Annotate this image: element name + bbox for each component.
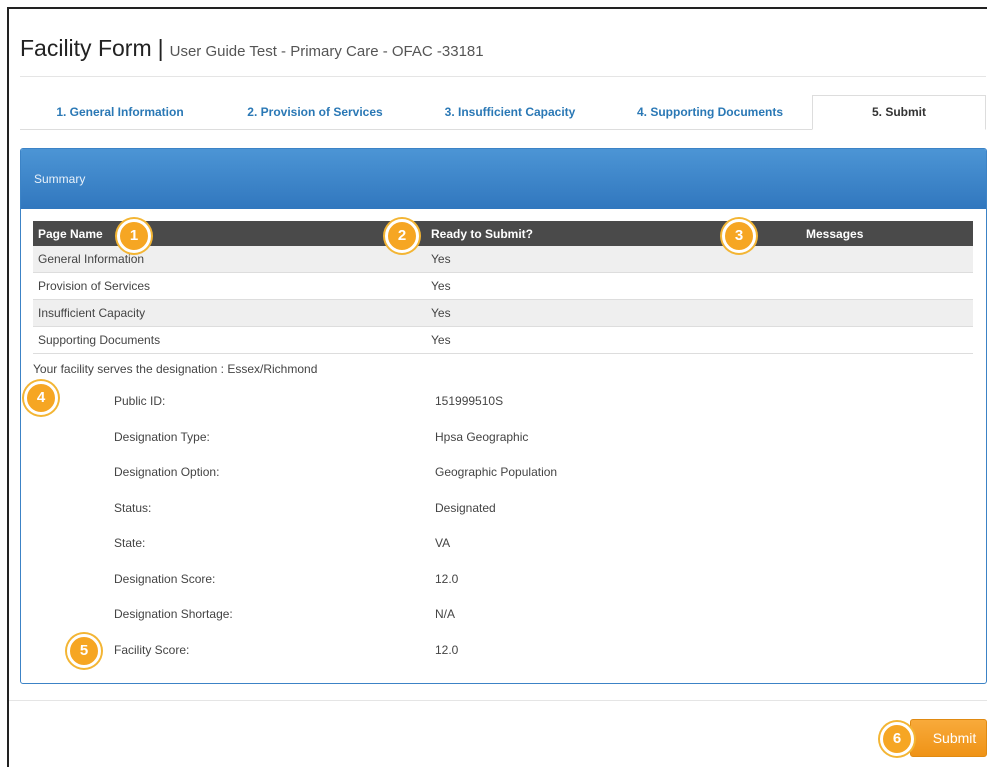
page-title: Facility Form | User Guide Test - Primary … — [20, 35, 484, 62]
callout-marker-1: 1 — [117, 219, 151, 253]
column-header-messages: Messages — [761, 221, 973, 246]
detail-label: Designation Shortage: — [114, 607, 233, 621]
callout-marker-3: 3 — [722, 219, 756, 253]
footer-divider — [9, 700, 987, 701]
summary-table: Page Name Ready to Submit? Messages Gene… — [33, 221, 973, 354]
detail-label: State: — [114, 536, 146, 550]
callout-marker-4: 4 — [24, 381, 58, 415]
submit-button[interactable]: Submit — [910, 719, 987, 757]
designation-note: Your facility serves the designation : E… — [33, 362, 318, 376]
form-title: Facility Form — [20, 35, 152, 61]
row-messages — [761, 299, 973, 327]
tab-supporting-documents[interactable]: 4. Supporting Documents — [610, 95, 810, 129]
callout-marker-2: 2 — [385, 219, 419, 253]
detail-value: Designated — [435, 501, 496, 515]
callout-marker-5: 5 — [67, 634, 101, 668]
callout-marker-6: 6 — [880, 722, 914, 756]
table-row: Insufficient Capacity Yes — [33, 299, 973, 327]
table-row: General Information Yes — [33, 246, 973, 273]
row-messages — [761, 246, 973, 273]
detail-value: 12.0 — [435, 572, 459, 586]
detail-label: Designation Score: — [114, 572, 216, 586]
detail-value: 12.0 — [435, 643, 459, 657]
panel-heading: Summary — [21, 149, 986, 209]
table-row: Supporting Documents Yes — [33, 326, 973, 354]
row-page-name: Provision of Services — [33, 272, 426, 300]
row-ready-value: Yes — [426, 272, 761, 300]
row-page-name: Supporting Documents — [33, 326, 426, 354]
title-divider — [20, 76, 986, 77]
summary-panel: Summary Page Name Ready to Submit? Messa… — [20, 148, 987, 684]
detail-value: Hpsa Geographic — [435, 430, 529, 444]
tab-general-information[interactable]: 1. General Information — [20, 95, 220, 129]
row-page-name: Insufficient Capacity — [33, 299, 426, 327]
column-header-ready: Ready to Submit? — [426, 221, 761, 246]
detail-label: Designation Type: — [114, 430, 210, 444]
tab-provision-of-services[interactable]: 2. Provision of Services — [220, 95, 410, 129]
table-row: Provision of Services Yes — [33, 272, 973, 300]
form-tabs: 1. General Information 2. Provision of S… — [20, 95, 986, 130]
row-ready-value: Yes — [426, 299, 761, 327]
column-header-page-name: Page Name — [33, 221, 426, 246]
row-messages — [761, 272, 973, 300]
title-separator: | — [157, 35, 164, 61]
row-ready-value: Yes — [426, 326, 761, 354]
detail-value: Geographic Population — [435, 465, 558, 479]
row-messages — [761, 326, 973, 354]
facility-subtitle: User Guide Test - Primary Care - OFAC -3… — [169, 43, 484, 60]
detail-label: Status: — [114, 501, 152, 515]
tab-insufficient-capacity[interactable]: 3. Insufficient Capacity — [410, 95, 610, 129]
detail-label: Public ID: — [114, 394, 166, 408]
row-ready-value: Yes — [426, 246, 761, 273]
table-header-row: Page Name Ready to Submit? Messages — [33, 221, 973, 246]
detail-value: 151999510S — [435, 394, 504, 408]
row-page-name: General Information — [33, 246, 426, 273]
detail-label: Designation Option: — [114, 465, 220, 479]
tab-submit[interactable]: 5. Submit — [812, 95, 986, 130]
detail-value: VA — [435, 536, 451, 550]
detail-label: Facility Score: — [114, 643, 190, 657]
detail-value: N/A — [435, 607, 456, 621]
